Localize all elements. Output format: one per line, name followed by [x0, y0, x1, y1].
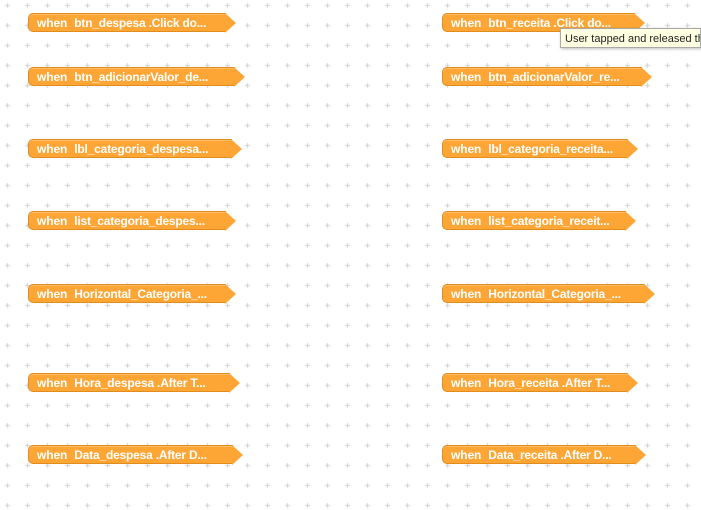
block-label: btn_adicionarValor_re... [488, 69, 620, 84]
block-connector [234, 66, 245, 87]
block-label: Hora_receita .After T... [488, 375, 611, 390]
event-block-hora-despesa-aftertimeset[interactable]: when Hora_despesa .After T... [28, 372, 240, 393]
block-label: Data_receita .After D... [488, 447, 612, 462]
block-connector [229, 372, 240, 393]
block-label: Hora_despesa .After T... [74, 375, 206, 390]
block-connector [644, 283, 655, 304]
block-connector [225, 12, 236, 33]
event-block-btn-despesa-click[interactable]: when btn_despesa .Click do... [28, 12, 236, 33]
event-block-data-receita-afterdateset[interactable]: when Data_receita .After D... [442, 444, 646, 465]
block-connector [232, 444, 243, 465]
block-keyword: when [451, 69, 482, 84]
block-keyword: when [37, 141, 68, 156]
block-keyword: when [37, 69, 68, 84]
event-block-list-categoria-receita[interactable]: when list_categoria_receit... [442, 210, 636, 231]
block-keyword: when [37, 447, 68, 462]
block-keyword: when [451, 213, 482, 228]
block-keyword: when [37, 15, 68, 30]
event-block-hora-receita-aftertimeset[interactable]: when Hora_receita .After T... [442, 372, 638, 393]
block-connector [231, 138, 242, 159]
block-connector [627, 372, 638, 393]
event-block-horizontal-categoria-despesa[interactable]: when Horizontal_Categoria_... [28, 283, 236, 304]
block-keyword: when [37, 213, 68, 228]
block-connector [625, 210, 636, 231]
event-block-list-categoria-despesa[interactable]: when list_categoria_despes... [28, 210, 236, 231]
block-label: list_categoria_despes... [74, 213, 205, 228]
block-label: list_categoria_receit... [488, 213, 610, 228]
block-keyword: when [451, 375, 482, 390]
block-label: btn_despesa .Click do... [74, 15, 207, 30]
block-label: btn_adicionarValor_de... [74, 69, 209, 84]
block-label: Horizontal_Categoria_... [488, 286, 621, 301]
block-keyword: when [451, 141, 482, 156]
block-keyword: when [451, 447, 482, 462]
block-connector [635, 444, 646, 465]
block-label: lbl_categoria_despesa... [74, 141, 209, 156]
block-connector [225, 210, 236, 231]
event-block-horizontal-categoria-receita[interactable]: when Horizontal_Categoria_... [442, 283, 655, 304]
blocks-workspace[interactable]: when btn_despesa .Click do... when btn_adi… [0, 0, 701, 510]
block-connector [627, 138, 638, 159]
block-label: Horizontal_Categoria_... [74, 286, 207, 301]
event-block-data-despesa-afterdateset[interactable]: when Data_despesa .After D... [28, 444, 243, 465]
block-keyword: when [451, 15, 482, 30]
event-block-lbl-categoria-despesa[interactable]: when lbl_categoria_despesa... [28, 138, 242, 159]
block-keyword: when [451, 286, 482, 301]
event-block-lbl-categoria-receita[interactable]: when lbl_categoria_receita... [442, 138, 638, 159]
block-connector [225, 283, 236, 304]
block-tooltip: User tapped and released the button. [560, 28, 701, 48]
block-keyword: when [37, 286, 68, 301]
event-block-btn-adicionarvalor-despesa[interactable]: when btn_adicionarValor_de... [28, 66, 245, 87]
event-block-btn-adicionarvalor-receita[interactable]: when btn_adicionarValor_re... [442, 66, 652, 87]
block-label: lbl_categoria_receita... [488, 141, 613, 156]
block-keyword: when [37, 375, 68, 390]
block-label: Data_despesa .After D... [74, 447, 207, 462]
block-connector [641, 66, 652, 87]
